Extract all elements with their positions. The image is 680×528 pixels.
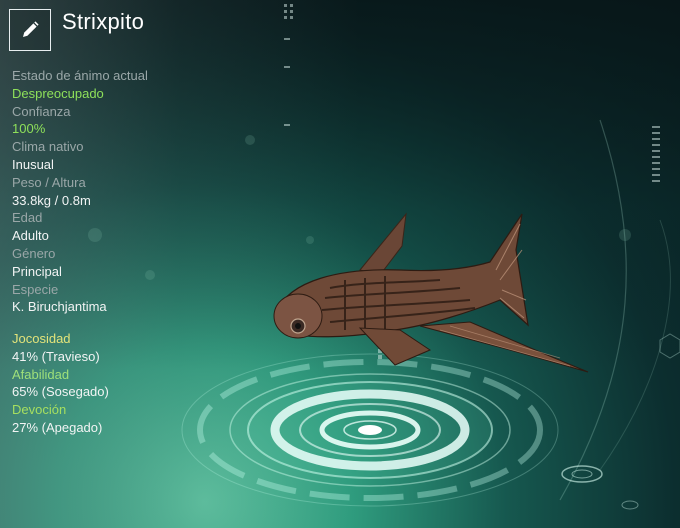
stat-value: 100% (12, 121, 46, 137)
stat-value: Despreocupado (12, 85, 104, 101)
stat-value: K. Biruchjantima (12, 299, 107, 315)
stat-label: Género (12, 245, 56, 261)
stat-label: Edad (12, 210, 43, 226)
stat-label: Clima nativo (12, 139, 84, 155)
creature-name: Strixpito (62, 9, 145, 34)
stat-label: Estado de ánimo actual (12, 68, 148, 83)
stat-trust: Confianza 100% (12, 103, 252, 139)
creature-model (273, 212, 589, 373)
trait-label: Devoción (12, 402, 67, 418)
stat-species: Especie K. Biruchjantima (12, 281, 252, 317)
hologram-platform (181, 353, 639, 510)
edit-name-button[interactable] (9, 9, 51, 51)
stat-label: Confianza (12, 103, 71, 119)
stat-weight-height: Peso / Altura 33.8kg / 0.8m (12, 174, 252, 210)
stat-mood: Estado de ánimo actual Despreocupado (12, 67, 252, 103)
stat-value: Principal (12, 263, 62, 279)
trait-jocosidad: Jocosidad 41% (Travieso) (12, 330, 109, 366)
trait-value: 41% (Travieso) (12, 348, 100, 364)
stat-value: Inusual (12, 156, 54, 172)
stat-value: 33.8kg / 0.8m (12, 192, 91, 208)
trait-afabilidad: Afabilidad 65% (Sosegado) (12, 366, 109, 402)
creature-stats-panel: Estado de ánimo actual Despreocupado Con… (12, 67, 252, 316)
stat-climate: Clima nativo Inusual (12, 138, 252, 174)
stat-label: Especie (12, 281, 59, 297)
trait-label: Afabilidad (12, 366, 70, 382)
trait-devocion: Devoción 27% (Apegado) (12, 401, 109, 437)
stat-gender: Género Principal (12, 245, 252, 281)
trait-label: Jocosidad (12, 331, 71, 346)
trait-value: 65% (Sosegado) (12, 384, 109, 400)
stat-label: Peso / Altura (12, 174, 86, 190)
scanner-arc (559, 119, 627, 501)
trait-value: 27% (Apegado) (12, 419, 103, 435)
stat-value: Adulto (12, 228, 49, 244)
creature-traits-panel: Jocosidad 41% (Travieso) Afabilidad 65% … (12, 330, 109, 437)
pencil-icon (23, 21, 39, 37)
stat-age: Edad Adulto (12, 209, 252, 245)
